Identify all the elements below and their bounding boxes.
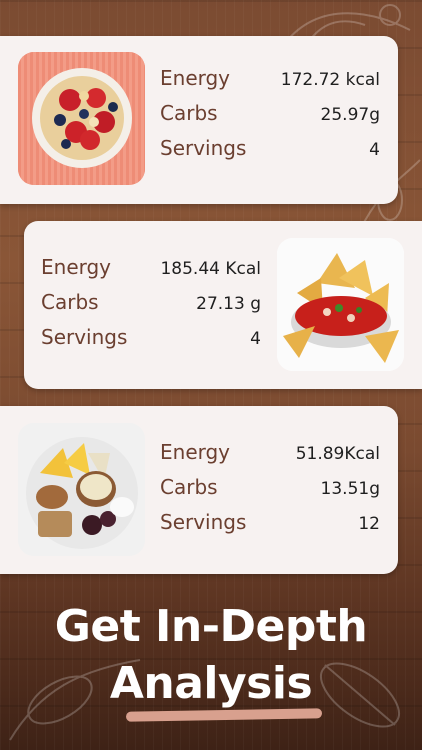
headline-line-1: Get In-Depth (54, 601, 368, 652)
carbs-value: 27.13 g (196, 294, 261, 314)
servings-label: Servings (160, 510, 247, 534)
energy-value: 185.44 Kcal (160, 259, 261, 279)
energy-value: 172.72 kcal (280, 70, 380, 90)
servings-label: Servings (41, 325, 128, 349)
carbs-row: Carbs 27.13 g (41, 290, 261, 325)
carbs-row: Carbs 13.51g (160, 475, 380, 510)
nutrition-stats: Energy 172.72 kcal Carbs 25.97g Servings… (160, 66, 380, 171)
energy-label: Energy (160, 440, 231, 464)
carbs-value: 25.97g (320, 105, 380, 125)
energy-label: Energy (41, 255, 112, 279)
recipe-card-oatmeal[interactable]: Energy 172.72 kcal Carbs 25.97g Servings… (0, 36, 398, 204)
servings-row: Servings 4 (160, 136, 380, 171)
recipe-card-salsa[interactable]: Energy 185.44 Kcal Carbs 27.13 g Serving… (24, 221, 422, 389)
servings-row: Servings 12 (160, 510, 380, 545)
servings-label: Servings (160, 136, 247, 160)
carbs-value: 13.51g (320, 479, 380, 499)
energy-value: 51.89Kcal (295, 444, 380, 464)
servings-value: 4 (369, 140, 380, 160)
nutrition-stats: Energy 185.44 Kcal Carbs 27.13 g Serving… (41, 255, 261, 360)
nutrition-stats: Energy 51.89Kcal Carbs 13.51g Servings 1… (160, 440, 380, 545)
headline-underline (125, 708, 323, 722)
carbs-label: Carbs (160, 101, 218, 125)
carbs-label: Carbs (160, 475, 218, 499)
snack-platter-dip-photo (18, 423, 145, 556)
servings-value: 12 (358, 514, 380, 534)
energy-row: Energy 185.44 Kcal (41, 255, 261, 290)
headline-line-2: Analysis (109, 658, 313, 709)
carbs-label: Carbs (41, 290, 99, 314)
fruit-oatmeal-bowl-photo (18, 52, 145, 185)
tortilla-chips-salsa-photo (277, 238, 404, 371)
servings-value: 4 (250, 329, 261, 349)
energy-row: Energy 172.72 kcal (160, 66, 380, 101)
recipe-card-snack-platter[interactable]: Energy 51.89Kcal Carbs 13.51g Servings 1… (0, 406, 398, 574)
carbs-row: Carbs 25.97g (160, 101, 380, 136)
servings-row: Servings 4 (41, 325, 261, 360)
energy-row: Energy 51.89Kcal (160, 440, 380, 475)
energy-label: Energy (160, 66, 231, 90)
